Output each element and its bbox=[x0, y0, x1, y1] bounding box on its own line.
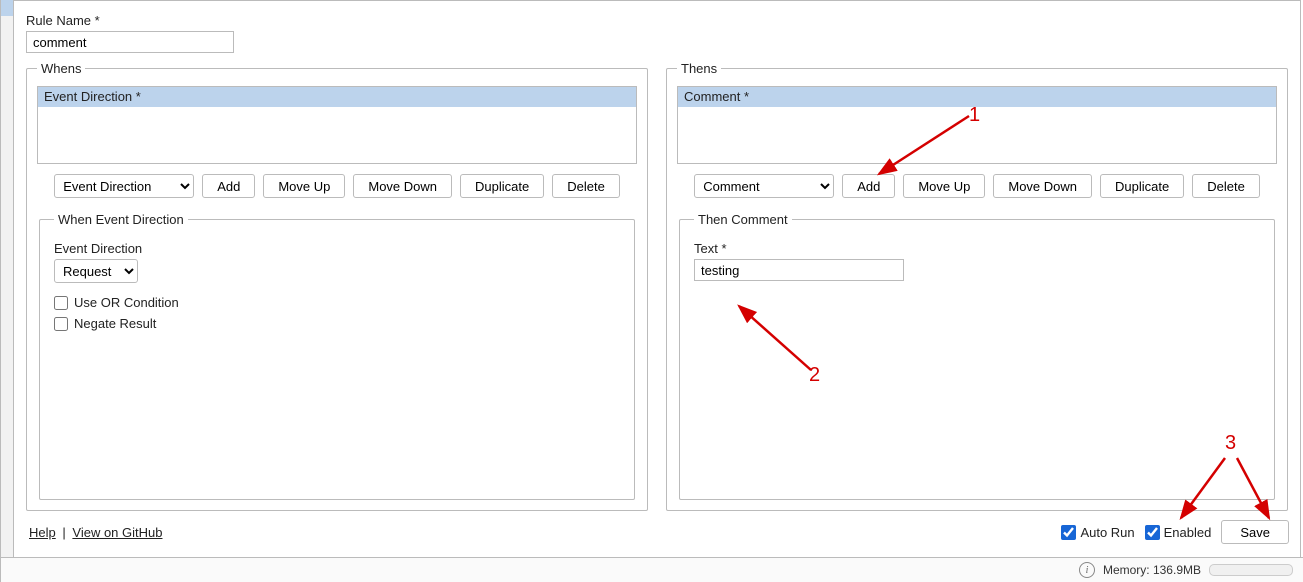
memory-meter bbox=[1209, 564, 1293, 576]
thens-movedown-button[interactable]: Move Down bbox=[993, 174, 1092, 198]
github-link[interactable]: View on GitHub bbox=[72, 525, 162, 540]
whens-list-item[interactable]: Event Direction * bbox=[38, 87, 636, 107]
thens-type-select[interactable]: Comment bbox=[694, 174, 834, 198]
then-details-panel: Then Comment Text * bbox=[679, 212, 1275, 500]
help-links: Help | View on GitHub bbox=[29, 525, 162, 540]
rule-name-row: Rule Name * bbox=[26, 13, 1288, 53]
whens-movedown-button[interactable]: Move Down bbox=[353, 174, 452, 198]
whens-panel: Whens Event Direction * Event Direction … bbox=[26, 61, 648, 511]
enabled-label: Enabled bbox=[1164, 525, 1212, 540]
annotation-label-1: 1 bbox=[969, 104, 980, 127]
whens-add-button[interactable]: Add bbox=[202, 174, 255, 198]
info-icon: i bbox=[1079, 562, 1095, 578]
whens-controls: Event Direction Add Move Up Move Down Du… bbox=[37, 174, 637, 198]
event-direction-label: Event Direction bbox=[54, 241, 620, 256]
footer-bar: Help | View on GitHub Auto Run Enabled S… bbox=[29, 520, 1289, 544]
auto-run-checkbox[interactable] bbox=[1061, 525, 1076, 540]
use-or-checkbox[interactable] bbox=[54, 296, 68, 310]
save-button[interactable]: Save bbox=[1221, 520, 1289, 544]
whens-legend: Whens bbox=[37, 61, 85, 76]
auto-run-label: Auto Run bbox=[1080, 525, 1134, 540]
rule-name-label: Rule Name * bbox=[26, 13, 1288, 28]
gutter-marker bbox=[1, 0, 13, 16]
thens-controls: Comment Add Move Up Move Down Duplicate … bbox=[677, 174, 1277, 198]
annotation-label-2: 2 bbox=[809, 364, 820, 387]
negate-checkbox[interactable] bbox=[54, 317, 68, 331]
negate-label: Negate Result bbox=[74, 316, 156, 331]
link-separator: | bbox=[62, 525, 65, 540]
whens-moveup-button[interactable]: Move Up bbox=[263, 174, 345, 198]
status-bar: i Memory: 136.9MB bbox=[1, 557, 1303, 582]
enabled-checkbox[interactable] bbox=[1145, 525, 1160, 540]
when-details-legend: When Event Direction bbox=[54, 212, 188, 227]
whens-list[interactable]: Event Direction * bbox=[37, 86, 637, 164]
help-link[interactable]: Help bbox=[29, 525, 56, 540]
thens-legend: Thens bbox=[677, 61, 721, 76]
memory-label: Memory: 136.9MB bbox=[1103, 563, 1201, 577]
columns-container: Whens Event Direction * Event Direction … bbox=[26, 61, 1288, 511]
use-or-label: Use OR Condition bbox=[74, 295, 179, 310]
whens-type-select[interactable]: Event Direction bbox=[54, 174, 194, 198]
main-panel: Rule Name * Whens Event Direction * Even… bbox=[13, 0, 1301, 560]
whens-delete-button[interactable]: Delete bbox=[552, 174, 620, 198]
thens-duplicate-button[interactable]: Duplicate bbox=[1100, 174, 1184, 198]
thens-delete-button[interactable]: Delete bbox=[1192, 174, 1260, 198]
thens-add-button[interactable]: Add bbox=[842, 174, 895, 198]
when-details-panel: When Event Direction Event Direction Req… bbox=[39, 212, 635, 500]
rule-name-input[interactable] bbox=[26, 31, 234, 53]
footer-right: Auto Run Enabled Save bbox=[1061, 520, 1289, 544]
then-text-label: Text * bbox=[694, 241, 1260, 256]
window-root: Rule Name * Whens Event Direction * Even… bbox=[0, 0, 1303, 582]
then-details-legend: Then Comment bbox=[694, 212, 792, 227]
then-text-input[interactable] bbox=[694, 259, 904, 281]
thens-moveup-button[interactable]: Move Up bbox=[903, 174, 985, 198]
annotation-label-3: 3 bbox=[1225, 432, 1236, 455]
thens-panel: Thens Comment * Comment Add Move Up Move… bbox=[666, 61, 1288, 511]
whens-duplicate-button[interactable]: Duplicate bbox=[460, 174, 544, 198]
event-direction-select[interactable]: Request bbox=[54, 259, 138, 283]
